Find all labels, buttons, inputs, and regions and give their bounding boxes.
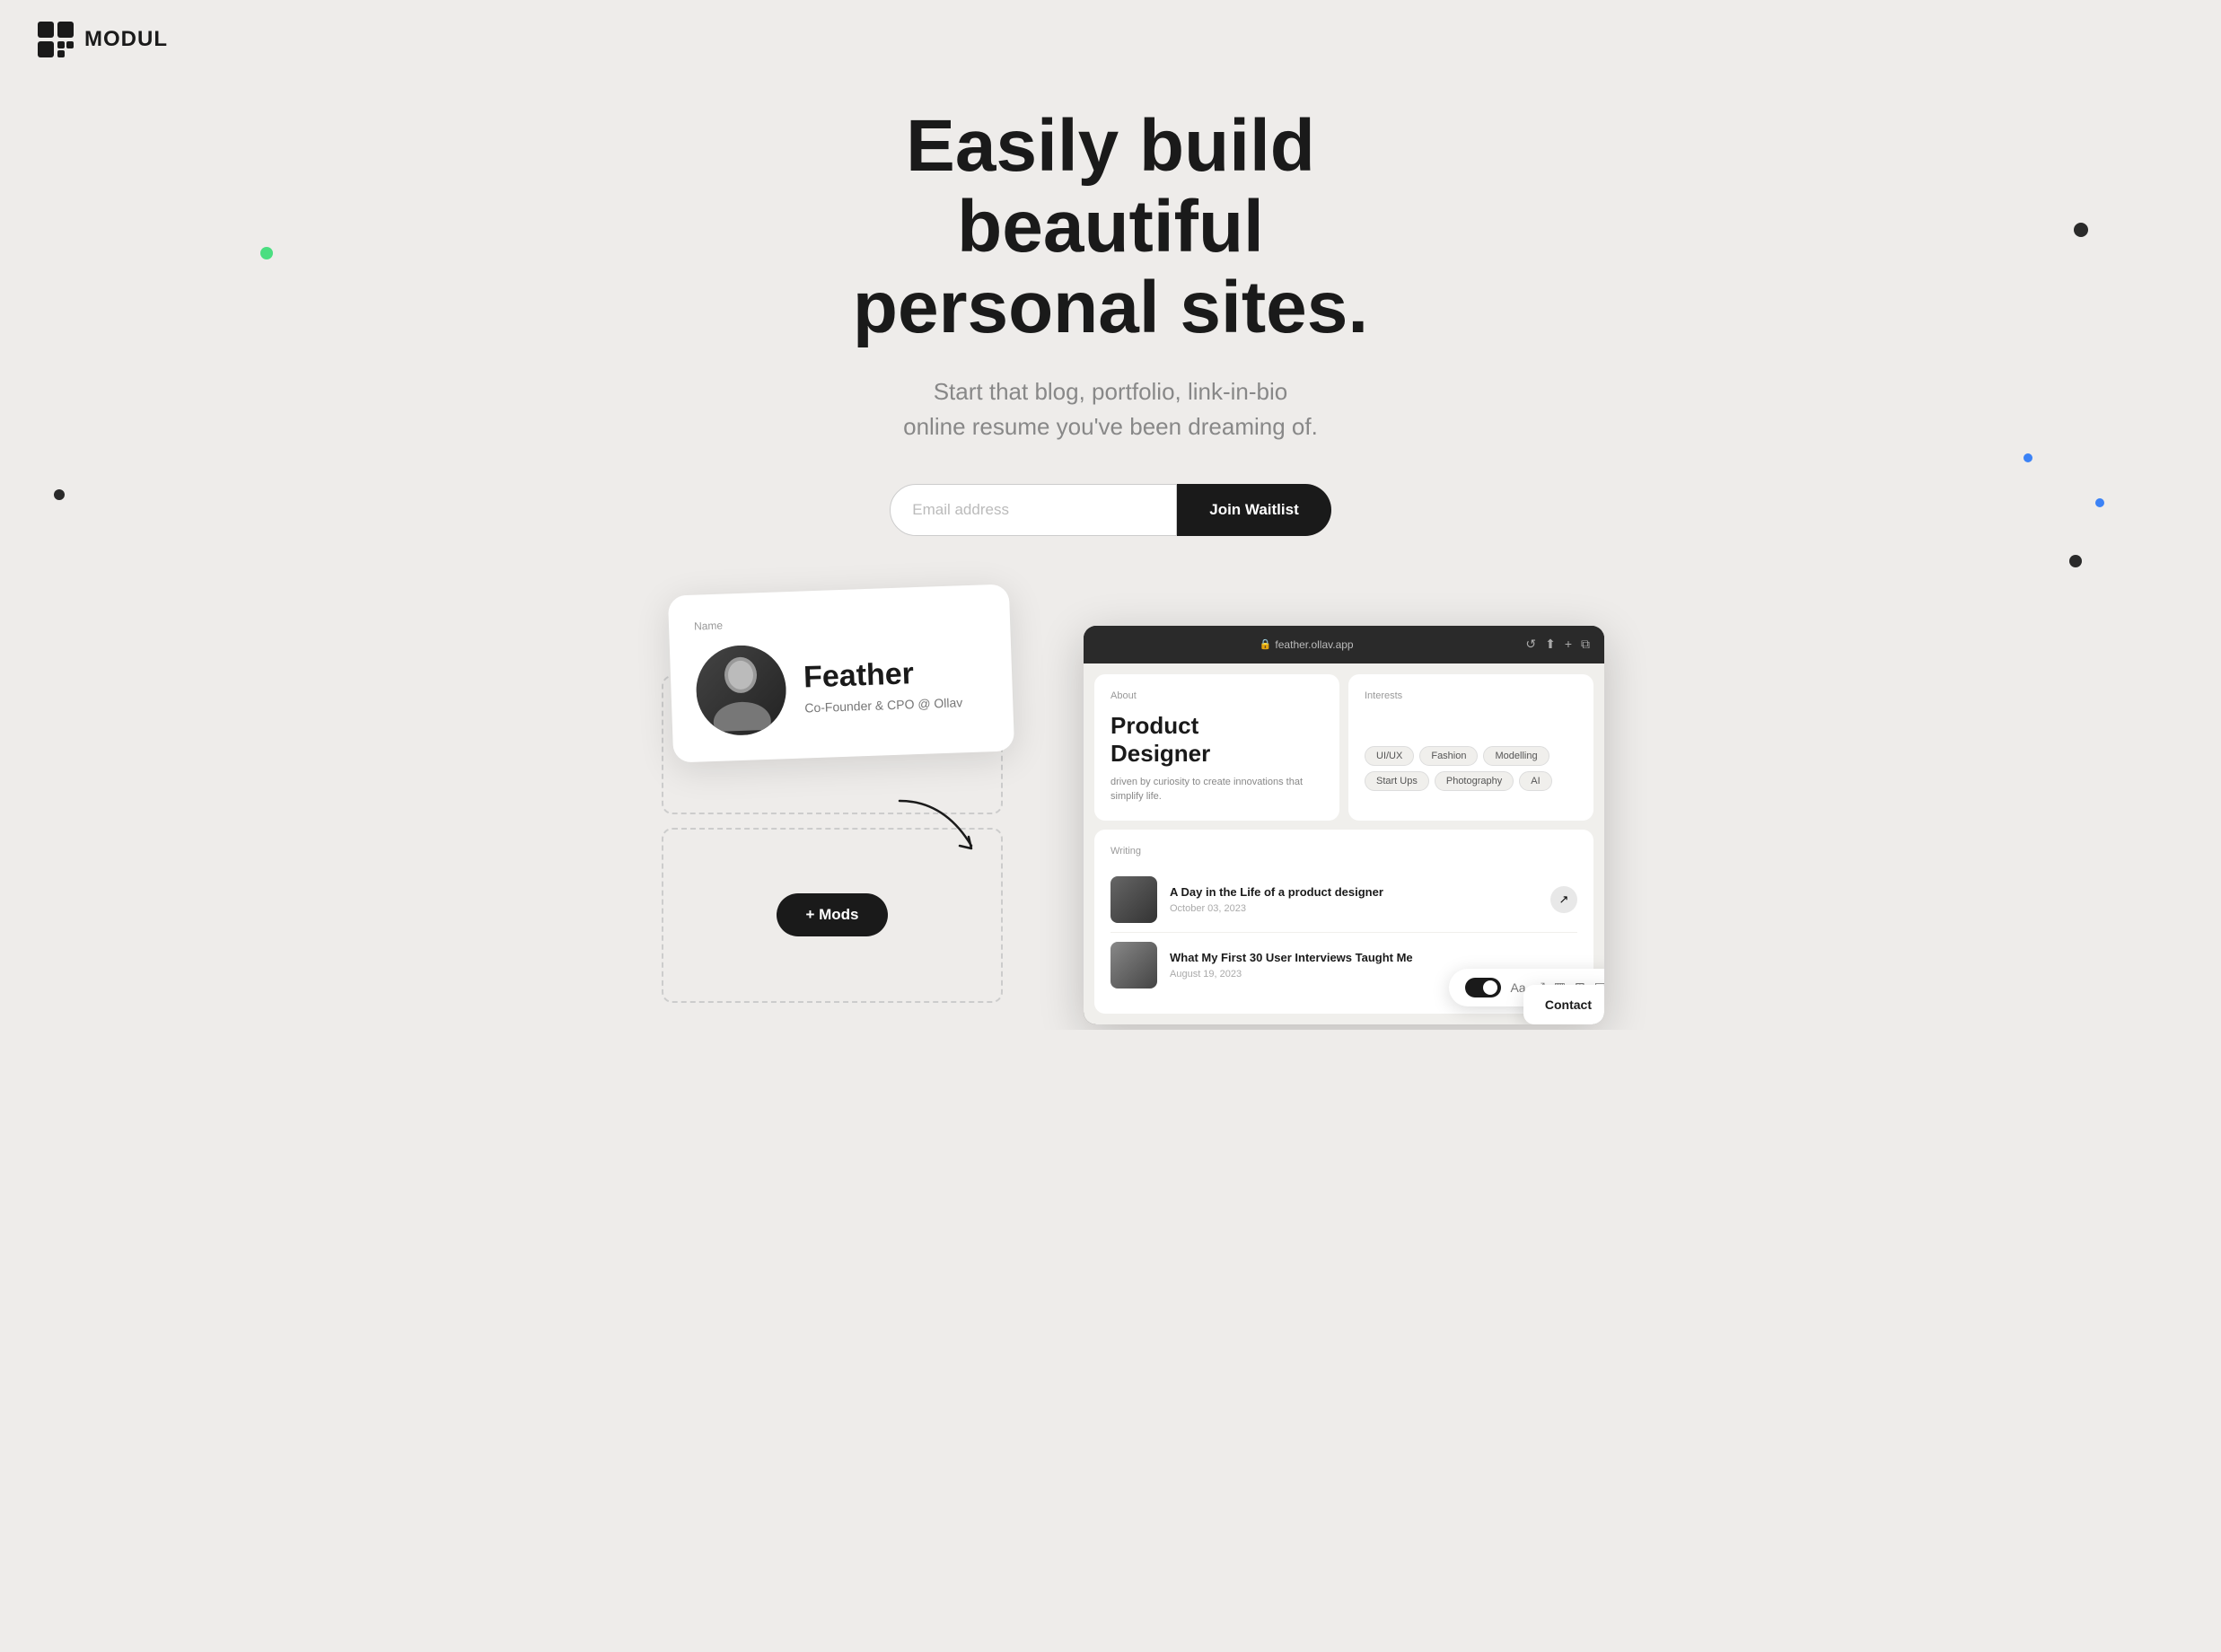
tag-modelling: Modelling <box>1483 746 1549 766</box>
hero-subtitle: Start that blog, portfolio, link-in-bio … <box>805 374 1416 444</box>
browser-bar: 🔒 feather.ollav.app ↺ ⬆ + ⧉ <box>1084 626 1604 663</box>
mods-button[interactable]: + Mods <box>777 893 887 936</box>
writing-label: Writing <box>1110 846 1577 857</box>
hero-title: Easily build beautiful personal sites. <box>751 106 1470 349</box>
article-title-1: A Day in the Life of a product designer <box>1170 885 1383 901</box>
browser-actions: ↺ ⬆ + ⧉ <box>1525 637 1590 652</box>
toggle-knob <box>1483 980 1497 995</box>
article-date-1: October 03, 2023 <box>1170 903 1383 914</box>
profile-name: Feather <box>803 655 962 695</box>
logo-icon <box>36 20 75 59</box>
interests-label: Interests <box>1365 690 1577 701</box>
job-title: Product Designer <box>1110 712 1323 768</box>
logo[interactable]: MODUL <box>36 20 168 59</box>
profile-card-label: Name <box>694 610 985 632</box>
tags-list: UI/UX Fashion Modelling Start Ups Photog… <box>1365 746 1577 791</box>
toggle-switch[interactable] <box>1465 978 1501 997</box>
tag-uiux: UI/UX <box>1365 746 1414 766</box>
email-form: Join Waitlist <box>18 484 2203 536</box>
article-info-2: What My First 30 User Interviews Taught … <box>1170 951 1413 980</box>
preview-area: Name Feather Co-Founder & CPO @ Ollav <box>617 590 1604 1030</box>
contact-card[interactable]: Contact <box>1523 985 1604 1024</box>
article-thumb-2 <box>1110 942 1157 989</box>
tag-photography: Photography <box>1435 771 1514 791</box>
interests-card: Interests UI/UX Fashion Modelling Start … <box>1348 674 1593 821</box>
tag-startups: Start Ups <box>1365 771 1429 791</box>
dot-dark-small-2 <box>2069 555 2082 567</box>
article-date-2: August 19, 2023 <box>1170 969 1413 980</box>
about-label: About <box>1110 690 1323 701</box>
profile-info: Feather Co-Founder & CPO @ Ollav <box>803 655 963 714</box>
avatar <box>695 644 787 736</box>
browser-mockup: 🔒 feather.ollav.app ↺ ⬆ + ⧉ About Produc… <box>1084 626 1604 1024</box>
job-desc: driven by curiosity to create innovation… <box>1110 775 1323 804</box>
article-link-1[interactable]: ↗ <box>1550 886 1577 913</box>
writing-item-1: A Day in the Life of a product designer … <box>1110 867 1577 933</box>
about-card: About Product Designer driven by curiosi… <box>1094 674 1339 821</box>
join-waitlist-button[interactable]: Join Waitlist <box>1177 484 1331 536</box>
article-thumb-1 <box>1110 876 1157 923</box>
hero-section: Easily build beautiful personal sites. S… <box>0 79 2221 536</box>
tag-ai: AI <box>1519 771 1551 791</box>
arrow-curve <box>895 796 994 867</box>
article-info-1: A Day in the Life of a product designer … <box>1170 885 1383 914</box>
navbar: MODUL <box>0 0 2221 79</box>
logo-text: MODUL <box>84 27 168 52</box>
tag-fashion: Fashion <box>1419 746 1478 766</box>
profile-card: Name Feather Co-Founder & CPO @ Ollav <box>668 584 1014 762</box>
email-input[interactable] <box>890 484 1177 536</box>
browser-url: 🔒 feather.ollav.app <box>1098 638 1514 651</box>
article-title-2: What My First 30 User Interviews Taught … <box>1170 951 1413 966</box>
profile-role: Co-Founder & CPO @ Ollav <box>804 695 962 715</box>
